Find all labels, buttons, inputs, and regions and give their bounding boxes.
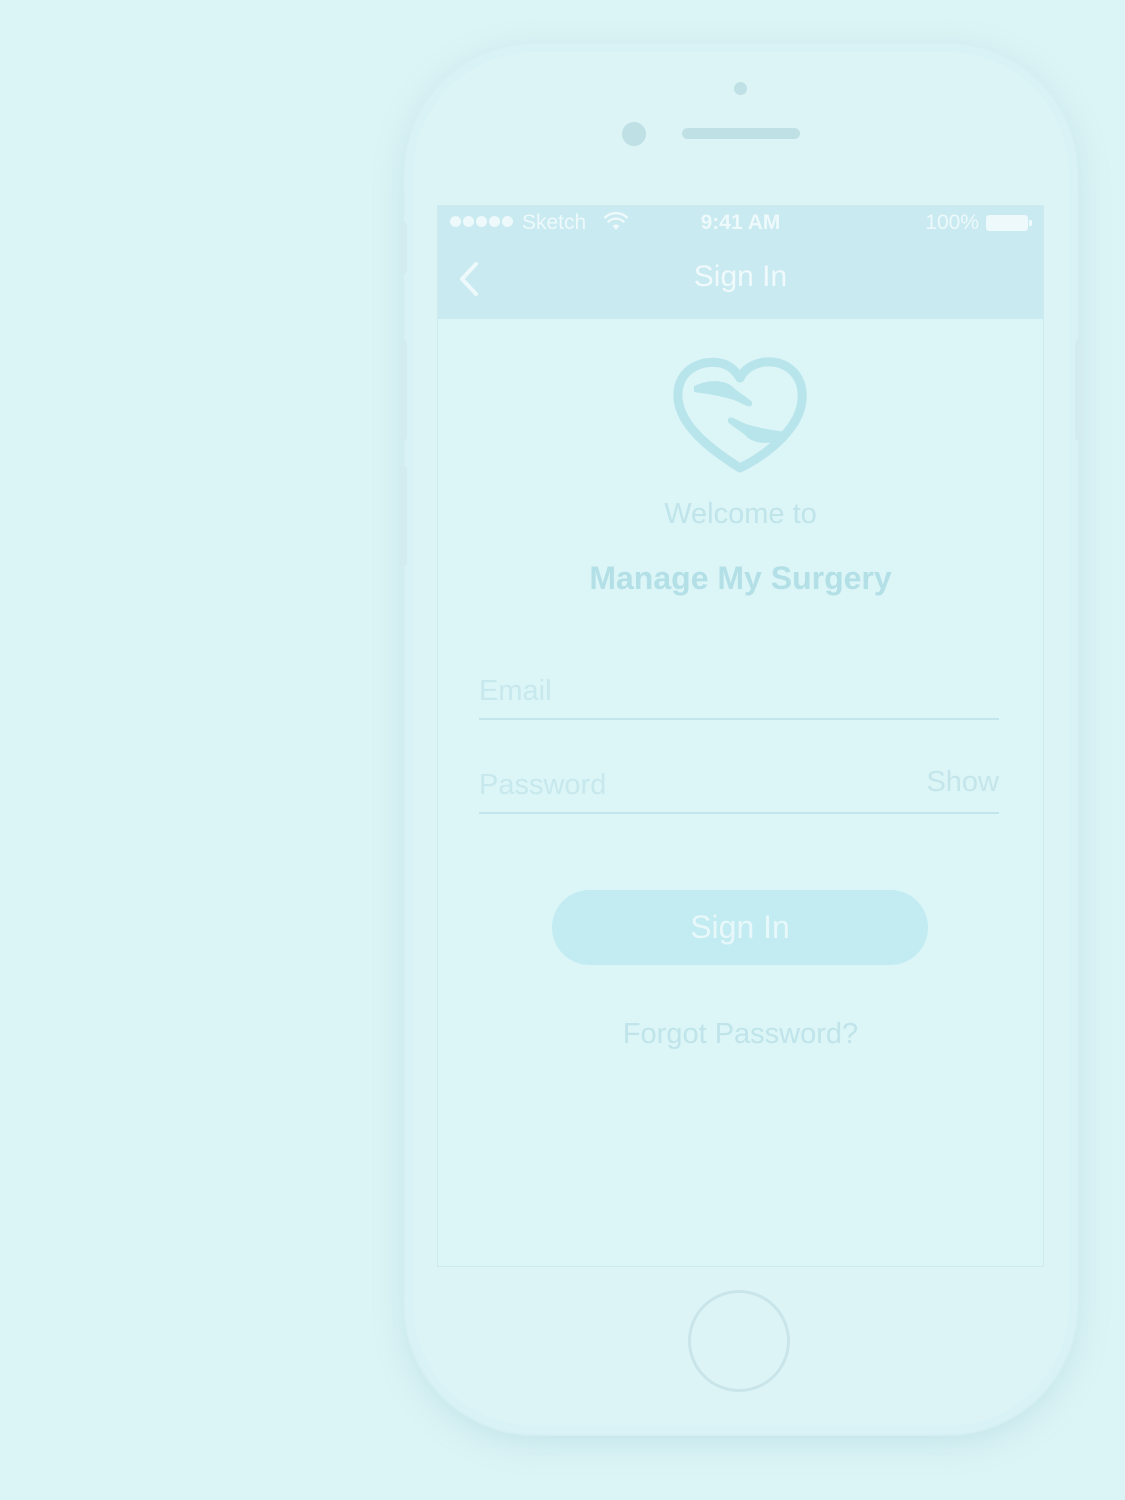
email-input[interactable] (479, 668, 899, 714)
app-name: Manage My Surgery (589, 560, 892, 596)
nav-bar: Sign In (438, 240, 1043, 319)
page-title: Sign In (693, 260, 788, 293)
password-input[interactable] (479, 762, 899, 808)
status-bar: Sketch 9:41 AM 100% (438, 206, 1043, 240)
power-button (1075, 340, 1083, 440)
forgot-password-link[interactable]: Forgot Password? (438, 1018, 1043, 1051)
email-field (479, 668, 999, 720)
home-button[interactable] (688, 1290, 790, 1392)
earpiece-speaker (682, 128, 800, 139)
password-field: Show (479, 762, 999, 814)
battery-percentage: 100% (925, 211, 979, 234)
phone-screen: Sketch 9:41 AM 100% Sign In Welcome to M… (437, 205, 1044, 1267)
volume-down-button (399, 466, 407, 566)
app-header: Sketch 9:41 AM 100% Sign In (438, 206, 1043, 319)
heart-hands-logo-icon (673, 357, 807, 473)
page: Sketch 9:41 AM 100% Sign In Welcome to M… (0, 0, 1125, 1500)
volume-up-button (399, 340, 407, 440)
show-password-toggle[interactable]: Show (926, 766, 999, 799)
mute-switch (399, 222, 407, 274)
battery-icon (986, 215, 1032, 231)
welcome-text: Welcome to (664, 498, 817, 530)
proximity-sensor (734, 82, 747, 95)
sign-in-button[interactable]: Sign In (552, 890, 928, 965)
front-camera (622, 122, 646, 146)
